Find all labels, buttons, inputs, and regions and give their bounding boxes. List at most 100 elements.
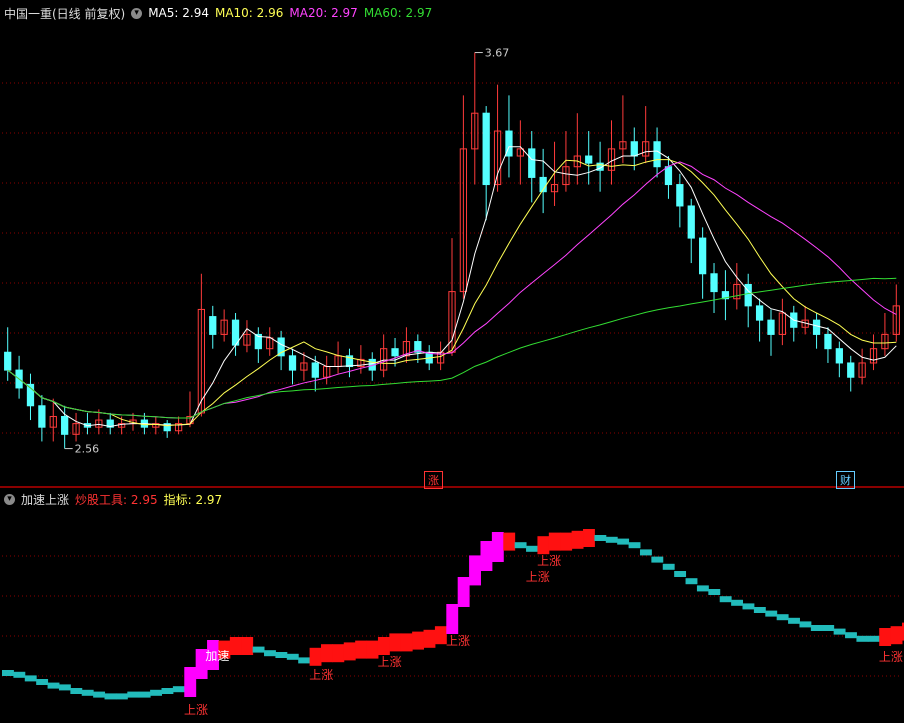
candle-body <box>209 316 217 335</box>
indicator-bar <box>788 617 800 624</box>
shangzhang-label: 上涨 <box>526 569 550 584</box>
indicator-bar <box>36 679 49 685</box>
indicator-bar <box>674 571 687 577</box>
indicator-bar <box>184 667 197 697</box>
candle-body <box>585 155 593 164</box>
indicator-bar <box>651 556 664 563</box>
indicator-bar <box>320 644 333 663</box>
indicator-bar <box>617 538 630 545</box>
indicator-bar <box>685 578 698 585</box>
indicator-bar <box>150 689 162 696</box>
indicator-bar <box>58 684 71 691</box>
candle-body <box>288 355 297 371</box>
shangzhang-label: 上涨 <box>446 633 470 648</box>
indicator-bar <box>753 607 766 613</box>
indicator-bar <box>229 637 242 655</box>
indicator-bar <box>412 631 425 650</box>
indicator-bar <box>400 633 413 652</box>
indicator-bar <box>264 650 276 657</box>
indicator-bar <box>81 689 94 696</box>
indicator-bar <box>890 626 903 645</box>
indicator-bar <box>731 599 744 606</box>
indicator-bar <box>548 532 561 551</box>
indicator-bar <box>537 536 550 555</box>
candle-body <box>38 405 46 428</box>
indicator-bar <box>13 671 26 678</box>
shangzhang-label: 上涨 <box>309 667 333 682</box>
indicator-bar <box>457 577 470 607</box>
candle-body <box>824 333 832 350</box>
indicator-bar <box>696 585 709 592</box>
indicator-bar <box>560 532 573 551</box>
indicator-bar <box>93 691 106 698</box>
indicator-bar <box>503 532 516 551</box>
indicator-bar <box>2 670 14 676</box>
indicator-bar <box>161 688 174 694</box>
shangzhang-label: 上涨 <box>537 553 561 568</box>
indicator-bar <box>742 603 755 610</box>
indicator-bar <box>343 642 356 661</box>
indicator-bar <box>298 657 311 664</box>
indicator-bar <box>127 691 140 698</box>
indicator-bar <box>571 530 584 549</box>
indicator-bar <box>47 682 60 689</box>
candle-body <box>687 205 695 239</box>
candle-body <box>664 166 673 186</box>
candle-body <box>4 351 12 371</box>
candle-body <box>482 112 490 186</box>
indicator-bar <box>70 688 83 694</box>
candle-body <box>767 319 775 335</box>
indicator-bar <box>719 596 732 603</box>
indicator-bar <box>138 691 151 698</box>
indicator-bar <box>856 635 869 642</box>
indicator-bar <box>423 629 436 648</box>
high-label: 3.67 <box>485 47 510 60</box>
candle-body <box>311 362 319 378</box>
candle-body <box>528 148 536 178</box>
indicator-bar <box>275 652 288 658</box>
indicator-bar <box>594 535 607 541</box>
indicator-bar <box>332 644 345 663</box>
indicator-bar <box>628 542 641 549</box>
indicator-bar <box>708 589 721 595</box>
indicator-bar <box>662 563 675 570</box>
indicator-bar <box>514 542 527 549</box>
indicator-bar <box>822 625 835 631</box>
candle-body <box>710 273 718 293</box>
low-label: 2.56 <box>75 443 100 456</box>
indicator-bar <box>115 693 128 700</box>
indicator-bar <box>639 549 652 556</box>
indicator-bar <box>389 633 402 652</box>
jiasu-label: 加速 <box>205 649 229 663</box>
cai-badge[interactable]: 财 <box>836 471 855 489</box>
candle-body <box>653 141 661 168</box>
indicator-bar <box>583 529 595 547</box>
indicator-bar <box>172 686 185 693</box>
indicator-bar <box>833 628 846 635</box>
candle-body <box>676 184 684 207</box>
chart-canvas: 3.672.56上涨上涨上涨上涨上涨上涨上涨加速 <box>2 47 904 717</box>
indicator-bar <box>491 532 504 562</box>
zhang-badge[interactable]: 涨 <box>424 471 443 489</box>
indicator-bar <box>104 693 117 700</box>
indicator-bar <box>469 555 481 586</box>
indicator-bar <box>845 632 857 639</box>
indicator-bar <box>480 541 493 571</box>
candle-body <box>812 319 821 335</box>
indicator-bar <box>446 604 459 634</box>
indicator-bar <box>252 646 265 653</box>
indicator-bar <box>810 625 823 631</box>
candle-body <box>61 415 69 435</box>
candle-body <box>699 237 707 275</box>
candle-body <box>630 141 638 157</box>
indicator-bar <box>526 545 538 552</box>
indicator-bar <box>24 675 37 682</box>
indicator-bar <box>355 640 368 659</box>
indicator-bar <box>241 637 254 655</box>
shangzhang-label: 上涨 <box>879 649 903 664</box>
indicator-bar <box>765 610 778 617</box>
indicator-bar <box>776 614 789 621</box>
indicator-bar <box>879 628 892 646</box>
indicator-bar <box>377 637 390 655</box>
indicator-bar <box>605 536 618 543</box>
